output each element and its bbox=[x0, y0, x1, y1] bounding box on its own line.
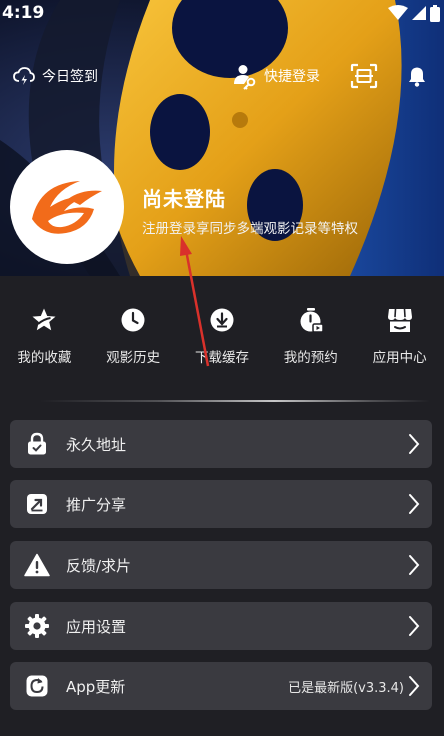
profile-header: 4:19 今日签到 快捷登录 尚未登陆 注册登录享同步多端观影记录等特权 bbox=[0, 0, 444, 276]
scan-icon bbox=[350, 63, 378, 89]
menu-item-label: App更新 bbox=[66, 677, 126, 696]
clock-icon bbox=[119, 306, 147, 334]
login-title[interactable]: 尚未登陆 bbox=[142, 183, 226, 212]
menu-item-settings[interactable]: 应用设置 bbox=[10, 602, 432, 650]
daily-checkin-label: 今日签到 bbox=[42, 69, 98, 85]
quick-action-history[interactable]: 观影历史 bbox=[89, 300, 178, 372]
lock-icon bbox=[24, 431, 50, 457]
chevron-right-icon bbox=[408, 675, 422, 697]
profile-section[interactable]: 尚未登陆 注册登录享同步多端观影记录等特权 bbox=[0, 150, 444, 270]
bell-icon bbox=[409, 67, 425, 87]
scan-button[interactable] bbox=[350, 63, 378, 93]
quick-action-label: 下载缓存 bbox=[194, 350, 249, 366]
refresh-icon bbox=[24, 673, 50, 699]
chevron-right-icon bbox=[408, 554, 422, 576]
quick-action-label: 应用中心 bbox=[372, 350, 427, 366]
cloud-lightning-icon bbox=[13, 67, 35, 85]
header-toolbar: 今日签到 快捷登录 bbox=[0, 58, 444, 96]
download-icon bbox=[208, 306, 236, 334]
store-icon bbox=[386, 306, 414, 334]
quick-action-label: 观影历史 bbox=[106, 350, 161, 366]
app-version-status: 已是最新版(v3.3.4) bbox=[288, 680, 404, 696]
status-bar: 4:19 bbox=[0, 0, 444, 26]
chevron-right-icon bbox=[408, 433, 422, 455]
wifi-icon bbox=[388, 5, 408, 20]
app-logo-icon bbox=[32, 181, 102, 234]
quick-login-button[interactable]: 快捷登录 bbox=[232, 62, 320, 90]
battery-icon bbox=[430, 4, 440, 22]
quick-action-label: 我的收藏 bbox=[17, 350, 72, 366]
menu-item-share[interactable]: 推广分享 bbox=[10, 480, 432, 528]
share-icon bbox=[24, 491, 50, 517]
chevron-right-icon bbox=[408, 493, 422, 515]
quick-action-downloads[interactable]: 下载缓存 bbox=[178, 300, 267, 372]
notifications-button[interactable] bbox=[405, 64, 429, 92]
warning-icon bbox=[24, 552, 50, 578]
menu-item-label: 推广分享 bbox=[66, 495, 127, 514]
status-time: 4:19 bbox=[2, 3, 45, 23]
menu-item-label: 反馈/求片 bbox=[66, 556, 132, 575]
daily-checkin-button[interactable]: 今日签到 bbox=[12, 64, 98, 88]
timer-icon bbox=[297, 306, 325, 334]
menu-item-feedback[interactable]: 反馈/求片 bbox=[10, 541, 432, 589]
menu-item-permanent-address[interactable]: 永久地址 bbox=[10, 420, 432, 468]
quick-action-reservations[interactable]: 我的预约 bbox=[266, 300, 355, 372]
quick-login-label: 快捷登录 bbox=[264, 69, 320, 85]
menu-item-label: 永久地址 bbox=[66, 435, 127, 454]
chevron-right-icon bbox=[408, 615, 422, 637]
quick-actions: 我的收藏 观影历史 下载缓存 我的预约 应用中心 bbox=[0, 300, 444, 372]
quick-action-favorites[interactable]: 我的收藏 bbox=[0, 300, 89, 372]
avatar[interactable] bbox=[10, 150, 124, 264]
status-icons bbox=[388, 4, 440, 22]
gear-icon bbox=[24, 613, 50, 639]
star-icon bbox=[30, 306, 58, 334]
user-key-icon bbox=[234, 65, 256, 90]
section-divider bbox=[40, 400, 430, 402]
quick-action-label: 我的预约 bbox=[283, 350, 338, 366]
quick-action-app-center[interactable]: 应用中心 bbox=[355, 300, 444, 372]
signal-icon bbox=[412, 6, 426, 20]
login-subtitle[interactable]: 注册登录享同步多端观影记录等特权 bbox=[142, 217, 358, 237]
menu-item-label: 应用设置 bbox=[66, 617, 127, 636]
menu-item-app-update[interactable]: App更新 已是最新版(v3.3.4) bbox=[10, 662, 432, 710]
